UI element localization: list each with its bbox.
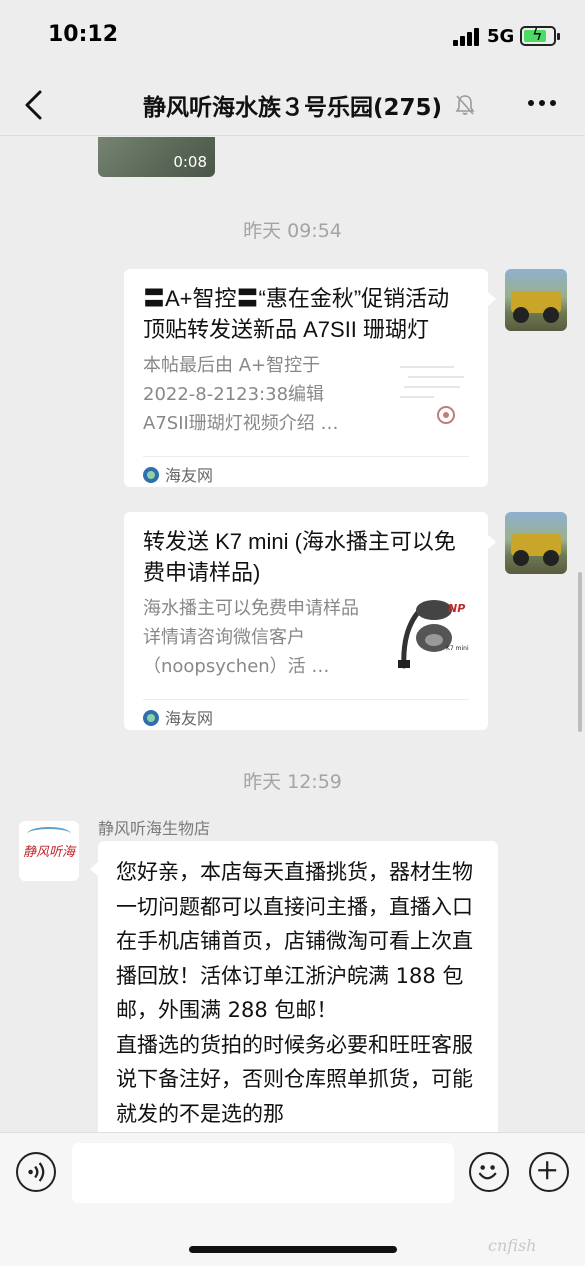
battery-icon: ϟ xyxy=(520,25,560,46)
card-title: 转发送 K7 mini (海水播主可以免费申请样品) xyxy=(143,529,456,585)
card-source: 海友网 xyxy=(143,705,213,729)
plus-icon[interactable] xyxy=(529,1152,569,1192)
source-logo-icon xyxy=(143,710,159,726)
watermark: cnfish xyxy=(488,1236,537,1255)
link-card[interactable]: 〓A+智控〓“惠在金秋”促销活动顶贴转发送新品 A7SII 珊瑚灯 本帖最后由 … xyxy=(124,269,496,487)
card-description: 本帖最后由 A+智控于 2022-8-2123:38编辑 A7SII珊瑚灯视频介… xyxy=(143,355,339,434)
svg-text:K7 mini: K7 mini xyxy=(446,645,469,652)
message-input[interactable] xyxy=(72,1143,454,1203)
emoji-icon[interactable] xyxy=(469,1152,509,1192)
more-options-icon[interactable] xyxy=(526,100,558,110)
chat-title: 静风听海水族３号乐园(275) xyxy=(142,95,443,121)
chat-header: 静风听海水族３号乐园(275) xyxy=(0,74,585,136)
shop-avatar[interactable]: 静风听海 xyxy=(19,821,79,881)
card-description: 海水播主可以免费申请样品详情请咨询微信客户（noopsychen）活 … xyxy=(143,598,359,677)
voice-input-icon[interactable] xyxy=(16,1152,56,1192)
link-card[interactable]: 转发送 K7 mini (海水播主可以免费申请样品) 海水播主可以免费申请样品详… xyxy=(124,512,496,730)
sender-name: 静风听海生物店 xyxy=(98,819,211,838)
card-divider xyxy=(143,456,469,457)
network-type: 5G xyxy=(487,26,515,47)
source-logo-icon xyxy=(143,467,159,483)
home-indicator xyxy=(189,1246,397,1253)
timestamp: 昨天 09:54 xyxy=(243,220,342,242)
status-time: 10:12 xyxy=(48,22,119,47)
card-source: 海友网 xyxy=(143,462,213,486)
chat-message-list[interactable]: 0:08 昨天 09:54 〓A+智控〓“惠在金秋”促销活动顶贴转发送新品 A7… xyxy=(0,137,585,1132)
video-duration: 0:08 xyxy=(173,153,207,171)
timestamp: 昨天 12:59 xyxy=(243,771,342,793)
video-message[interactable]: 0:08 xyxy=(98,137,215,177)
user-avatar[interactable] xyxy=(505,269,567,331)
card-divider xyxy=(143,699,469,700)
message-bubble[interactable]: 您好亲，本店每天直播挑货，器材生物一切问题都可以直接问主播，直播入口在手机店铺首… xyxy=(90,841,498,1132)
user-avatar[interactable] xyxy=(505,512,567,574)
cellular-signal-icon xyxy=(453,28,481,46)
card-thumbnail xyxy=(394,357,472,435)
svg-text:NP: NP xyxy=(448,602,465,615)
mute-bell-icon xyxy=(455,95,475,115)
card-thumbnail: NP K7 mini xyxy=(394,596,472,674)
scrollbar[interactable] xyxy=(578,572,582,732)
status-bar: 10:12 5G ϟ xyxy=(0,0,585,74)
card-title: 〓A+智控〓“惠在金秋”促销活动顶贴转发送新品 A7SII 珊瑚灯 xyxy=(143,286,450,342)
